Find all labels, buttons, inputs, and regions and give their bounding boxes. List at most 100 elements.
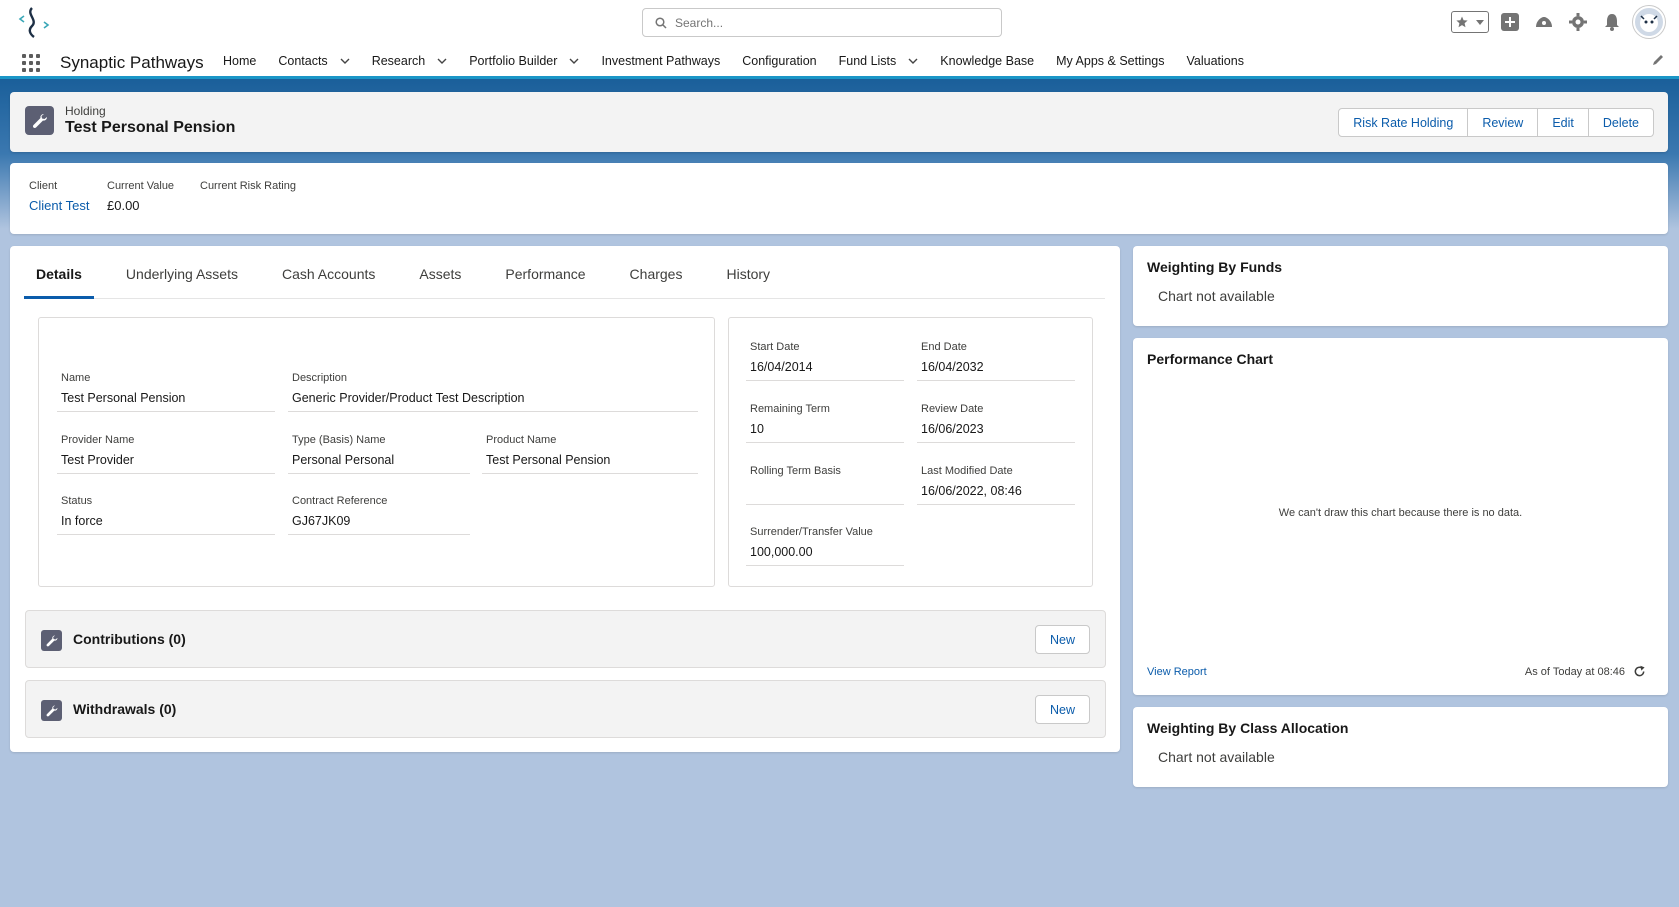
tab-assets[interactable]: Assets (397, 260, 483, 299)
end-date-label: End Date (921, 341, 967, 353)
highlights-panel: Client Client Test Current Value £0.00 C… (10, 163, 1668, 234)
performance-no-data-message: We can't draw this chart because there i… (1278, 507, 1523, 519)
product-value: Test Personal Pension (482, 446, 698, 474)
chevron-down-icon[interactable] (569, 58, 579, 64)
contributions-wrench-icon (41, 630, 62, 651)
nav-items: Home Contacts Research Portfolio Builder… (212, 45, 1255, 76)
highlight-client: Client Client Test (29, 180, 89, 213)
weighting-by-class-allocation-card: Weighting By Class Allocation Chart not … (1133, 707, 1668, 787)
start-date-value: 16/04/2014 (746, 353, 904, 381)
tab-underlying-assets[interactable]: Underlying Assets (104, 260, 260, 299)
user-avatar[interactable] (1633, 6, 1665, 38)
field-name: Name Test Personal Pension (57, 372, 275, 412)
favorites-button[interactable] (1451, 11, 1489, 33)
field-review-date: Review Date 16/06/2023 (917, 403, 1075, 443)
record-actions: Risk Rate Holding Review Edit Delete (1338, 108, 1654, 137)
weighting-by-funds-card: Weighting By Funds Chart not available (1133, 246, 1668, 326)
review-button[interactable]: Review (1467, 108, 1539, 137)
risk-rating-label: Current Risk Rating (200, 180, 296, 192)
contract-label: Contract Reference (292, 495, 388, 507)
app-logo-icon[interactable] (16, 4, 52, 40)
setup-gear-icon[interactable] (1565, 9, 1591, 35)
view-report-link[interactable]: View Report (1147, 666, 1207, 678)
field-contract-reference: Contract Reference GJ67JK09 (288, 495, 470, 535)
highlight-current-risk-rating: Current Risk Rating (200, 180, 296, 198)
status-value: In force (57, 507, 275, 535)
search-placeholder: Search... (675, 15, 724, 30)
holding-wrench-icon (25, 106, 54, 135)
nav-item-knowledge-base[interactable]: Knowledge Base (929, 45, 1045, 76)
tab-performance[interactable]: Performance (483, 260, 607, 299)
refresh-icon[interactable] (1633, 665, 1646, 678)
tab-charges[interactable]: Charges (608, 260, 705, 299)
nav-item-home[interactable]: Home (212, 45, 267, 76)
nav-item-portfolio-builder[interactable]: Portfolio Builder (458, 45, 590, 76)
withdrawals-title[interactable]: Withdrawals (0) (73, 701, 176, 717)
client-label: Client (29, 180, 58, 192)
details-right-section: Start Date 16/04/2014 End Date 16/04/203… (728, 317, 1093, 587)
description-label: Description (292, 372, 348, 384)
nav-item-contacts[interactable]: Contacts (267, 45, 360, 76)
weighting-class-title: Weighting By Class Allocation (1147, 720, 1349, 736)
client-link[interactable]: Client Test (29, 198, 89, 213)
record-title: Test Personal Pension (65, 119, 236, 136)
contributions-related-list: Contributions (0) New (25, 610, 1106, 668)
as-of-text: As of Today at 08:46 (1524, 665, 1625, 678)
field-last-modified-date: Last Modified Date 16/06/2022, 08:46 (917, 465, 1075, 505)
last-modified-value: 16/06/2022, 08:46 (917, 477, 1075, 505)
withdrawals-new-button[interactable]: New (1035, 695, 1090, 724)
edit-button[interactable]: Edit (1537, 108, 1589, 137)
contributions-title[interactable]: Contributions (0) (73, 631, 186, 647)
nav-item-fund-lists[interactable]: Fund Lists (828, 45, 930, 76)
tab-history[interactable]: History (704, 260, 792, 299)
description-value: Generic Provider/Product Test Descriptio… (288, 384, 698, 412)
highlight-current-value: Current Value £0.00 (107, 180, 174, 213)
remaining-term-label: Remaining Term (750, 403, 830, 415)
field-start-date: Start Date 16/04/2014 (746, 341, 904, 381)
field-surrender-transfer-value: Surrender/Transfer Value 100,000.00 (746, 526, 904, 566)
notifications-bell-icon[interactable] (1599, 9, 1625, 35)
field-type-basis-name: Type (Basis) Name Personal Personal (288, 434, 470, 474)
trailhead-icon[interactable] (1531, 9, 1557, 35)
chevron-down-icon[interactable] (437, 58, 447, 64)
as-of-timestamp: As of Today at 08:46 (1525, 665, 1646, 678)
app-launcher-grid-icon[interactable] (22, 54, 40, 72)
field-status: Status In force (57, 495, 275, 535)
app-name: Synaptic Pathways (60, 53, 204, 72)
nav-item-investment-pathways[interactable]: Investment Pathways (590, 45, 731, 76)
nav-item-valuations[interactable]: Valuations (1176, 45, 1255, 76)
global-header: Search... (0, 0, 1679, 45)
nav-item-research[interactable]: Research (361, 45, 459, 76)
edit-nav-pencil-icon[interactable] (1651, 53, 1665, 70)
last-modified-label: Last Modified Date (921, 465, 1013, 477)
weighting-funds-text: Chart not available (1158, 288, 1275, 304)
tab-details[interactable]: Details (24, 260, 94, 299)
contributions-new-button[interactable]: New (1035, 625, 1090, 654)
weighting-class-text: Chart not available (1158, 749, 1275, 765)
nav-item-my-apps-settings[interactable]: My Apps & Settings (1045, 45, 1175, 76)
type-label: Type (Basis) Name (292, 434, 386, 446)
tab-cash-accounts[interactable]: Cash Accounts (260, 260, 397, 299)
end-date-value: 16/04/2032 (917, 353, 1075, 381)
nav-item-configuration[interactable]: Configuration (731, 45, 827, 76)
contract-value: GJ67JK09 (288, 507, 470, 535)
global-actions-add-icon[interactable] (1497, 9, 1523, 35)
withdrawals-wrench-icon (41, 700, 62, 721)
delete-button[interactable]: Delete (1587, 108, 1654, 137)
review-date-label: Review Date (921, 403, 984, 415)
performance-chart-title: Performance Chart (1147, 351, 1274, 367)
chevron-down-icon[interactable] (340, 58, 350, 64)
status-label: Status (61, 495, 93, 507)
global-search-input[interactable]: Search... (642, 8, 1002, 37)
start-date-label: Start Date (750, 341, 800, 353)
review-date-value: 16/06/2023 (917, 415, 1075, 443)
provider-label: Provider Name (61, 434, 135, 446)
header-utility-icons (1451, 6, 1665, 38)
risk-rate-holding-button[interactable]: Risk Rate Holding (1338, 108, 1469, 137)
name-value: Test Personal Pension (57, 384, 275, 412)
current-value-label: Current Value (107, 180, 175, 192)
performance-chart-card: Performance Chart We can't draw this cha… (1133, 338, 1668, 695)
chevron-down-icon[interactable] (908, 58, 918, 64)
chevron-down-icon (1476, 20, 1484, 25)
rolling-term-value (746, 477, 904, 505)
